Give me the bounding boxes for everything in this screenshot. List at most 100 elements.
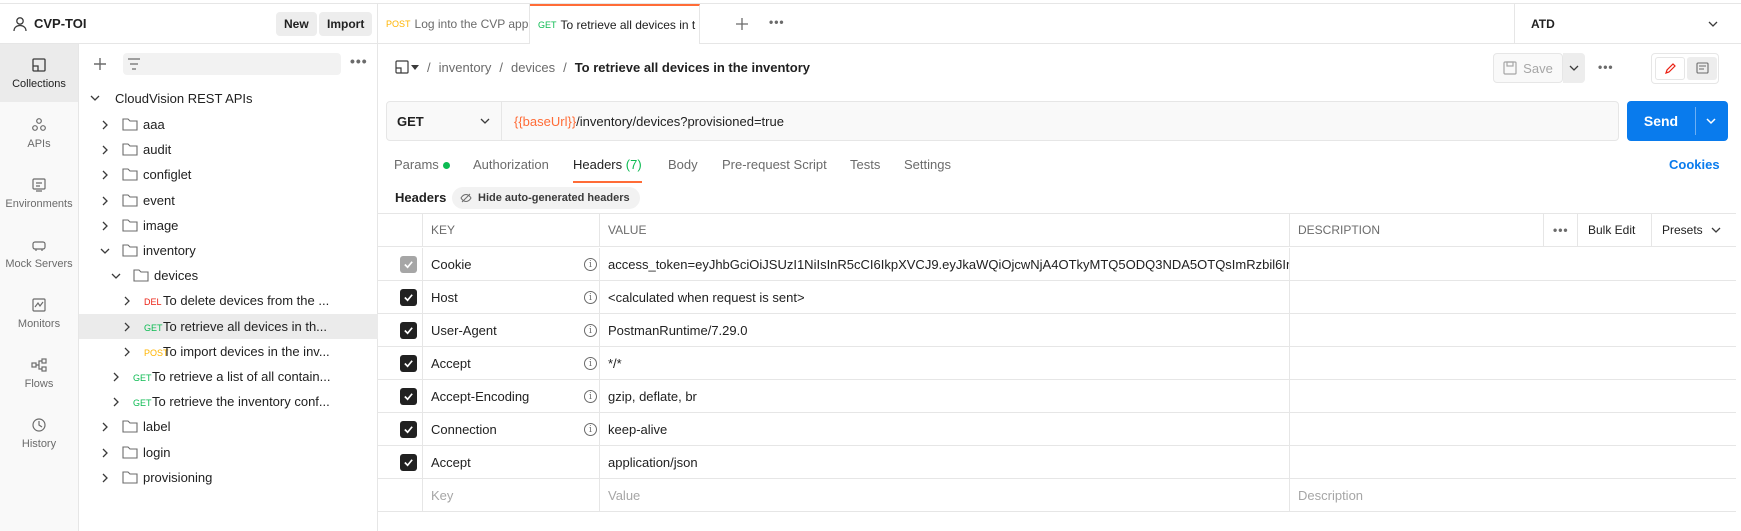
- chevron-right-icon[interactable]: [100, 196, 110, 206]
- header-value[interactable]: PostmanRuntime/7.29.0: [599, 314, 1289, 346]
- hide-auto-headers-button[interactable]: Hide auto-generated headers: [452, 187, 640, 209]
- header-checkbox[interactable]: [400, 355, 417, 372]
- chevron-down-icon[interactable]: [100, 246, 110, 256]
- new-header-key-input[interactable]: Key: [422, 479, 599, 511]
- header-description[interactable]: [1289, 248, 1736, 280]
- header-value[interactable]: gzip, deflate, br: [599, 380, 1289, 412]
- tab-more-icon[interactable]: •••: [769, 15, 785, 29]
- tree-request[interactable]: POST To import devices in the inv...: [79, 339, 378, 364]
- chevron-right-icon[interactable]: [111, 372, 121, 382]
- tab-params[interactable]: Params: [394, 157, 450, 183]
- header-value[interactable]: keep-alive: [599, 413, 1289, 445]
- header-description[interactable]: [1289, 314, 1736, 346]
- header-key[interactable]: User-Agent: [422, 314, 582, 346]
- cookies-link[interactable]: Cookies: [1669, 157, 1720, 172]
- import-button[interactable]: Import: [319, 12, 373, 36]
- tree-folder[interactable]: login: [79, 440, 378, 465]
- rail-flows[interactable]: Flows: [0, 344, 78, 402]
- chevron-right-icon[interactable]: [122, 347, 132, 357]
- info-icon[interactable]: i: [584, 390, 597, 403]
- bulk-edit-button[interactable]: Bulk Edit: [1577, 214, 1651, 246]
- info-icon[interactable]: i: [584, 423, 597, 436]
- header-key[interactable]: Accept: [422, 347, 582, 379]
- environment-select[interactable]: ATD: [1514, 4, 1741, 44]
- tree-request[interactable]: DEL To delete devices from the ...: [79, 288, 378, 313]
- tab-tests[interactable]: Tests: [850, 157, 880, 183]
- chevron-right-icon[interactable]: [100, 145, 110, 155]
- save-dropdown-button[interactable]: [1563, 53, 1585, 83]
- new-tab-plus-icon[interactable]: [735, 17, 749, 31]
- workspace-name[interactable]: CVP-TOI: [34, 16, 87, 31]
- tree-root[interactable]: CloudVision REST APIs: [79, 84, 378, 112]
- header-description[interactable]: [1289, 380, 1736, 412]
- info-icon[interactable]: i: [584, 357, 597, 370]
- chevron-right-icon[interactable]: [100, 170, 110, 180]
- chevron-right-icon[interactable]: [122, 296, 132, 306]
- header-description[interactable]: [1289, 446, 1736, 478]
- info-icon[interactable]: i: [584, 324, 597, 337]
- rail-environments[interactable]: Environments: [0, 164, 78, 222]
- tab-authorization[interactable]: Authorization: [473, 157, 549, 183]
- chevron-right-icon[interactable]: [100, 120, 110, 130]
- tree-folder[interactable]: devices: [79, 263, 378, 288]
- header-value[interactable]: access_token=eyJhbGciOiJSUzI1NiIsInR5cCI…: [599, 248, 1289, 280]
- table-more-icon[interactable]: •••: [1543, 214, 1577, 246]
- tab-prerequest-script[interactable]: Pre-request Script: [722, 157, 827, 183]
- tree-folder[interactable]: provisioning: [79, 465, 378, 490]
- chevron-down-icon[interactable]: [111, 271, 121, 281]
- rail-mock-servers[interactable]: Mock Servers: [0, 224, 78, 282]
- tab-body[interactable]: Body: [668, 157, 698, 183]
- tree-folder[interactable]: aaa: [79, 112, 378, 137]
- tree-folder[interactable]: image: [79, 213, 378, 238]
- rail-history[interactable]: History: [0, 404, 78, 462]
- header-value[interactable]: <calculated when request is sent>: [599, 281, 1289, 313]
- tree-folder[interactable]: audit: [79, 137, 378, 162]
- rail-monitors[interactable]: Monitors: [0, 284, 78, 342]
- tree-folder[interactable]: label: [79, 414, 378, 439]
- chevron-right-icon[interactable]: [111, 397, 121, 407]
- header-description[interactable]: [1289, 413, 1736, 445]
- breadcrumb-inventory[interactable]: inventory: [439, 60, 492, 75]
- tree-request[interactable]: GET To retrieve the inventory conf...: [79, 389, 378, 414]
- header-value[interactable]: */*: [599, 347, 1289, 379]
- header-key[interactable]: Cookie: [422, 248, 582, 280]
- header-value[interactable]: application/json: [599, 446, 1289, 478]
- header-key[interactable]: Accept-Encoding: [422, 380, 582, 412]
- chevron-right-icon[interactable]: [100, 422, 110, 432]
- presets-button[interactable]: Presets: [1651, 214, 1736, 246]
- chevron-right-icon[interactable]: [100, 473, 110, 483]
- more-icon[interactable]: •••: [350, 53, 368, 69]
- plus-icon[interactable]: [93, 57, 107, 71]
- info-icon[interactable]: i: [584, 258, 597, 271]
- tab-settings[interactable]: Settings: [904, 157, 951, 183]
- header-key[interactable]: Host: [422, 281, 582, 313]
- header-checkbox[interactable]: [400, 421, 417, 438]
- send-button[interactable]: Send: [1627, 101, 1728, 141]
- header-checkbox[interactable]: [400, 454, 417, 471]
- rail-collections[interactable]: Collections: [0, 44, 78, 102]
- rail-apis[interactable]: APIs: [0, 104, 78, 162]
- header-description[interactable]: [1289, 347, 1736, 379]
- comment-button[interactable]: [1687, 57, 1717, 80]
- tab-login[interactable]: POST Log into the CVP applica: [378, 4, 530, 44]
- edit-mode-button[interactable]: [1655, 57, 1685, 80]
- tree-request[interactable]: GET To retrieve a list of all contain...: [79, 364, 378, 389]
- chevron-right-icon[interactable]: [122, 322, 132, 332]
- tree-folder[interactable]: inventory: [79, 238, 378, 263]
- new-button[interactable]: New: [276, 12, 317, 36]
- chevron-right-icon[interactable]: [100, 448, 110, 458]
- breadcrumb-devices[interactable]: devices: [511, 60, 555, 75]
- header-description[interactable]: [1289, 281, 1736, 313]
- info-icon[interactable]: i: [584, 291, 597, 304]
- tab-headers[interactable]: Headers (7): [573, 157, 642, 183]
- method-select[interactable]: GET: [387, 102, 502, 140]
- new-header-description-input[interactable]: Description: [1289, 479, 1736, 511]
- chevron-down-icon[interactable]: [1706, 116, 1716, 126]
- header-checkbox[interactable]: [400, 322, 417, 339]
- tree-folder[interactable]: configlet: [79, 162, 378, 187]
- new-header-value-input[interactable]: Value: [599, 479, 1289, 511]
- request-title[interactable]: To retrieve all devices in the inventory: [575, 60, 810, 75]
- tree-request[interactable]: GET To retrieve all devices in th...: [79, 313, 378, 339]
- header-key[interactable]: Connection: [422, 413, 582, 445]
- request-more-icon[interactable]: •••: [1598, 60, 1614, 74]
